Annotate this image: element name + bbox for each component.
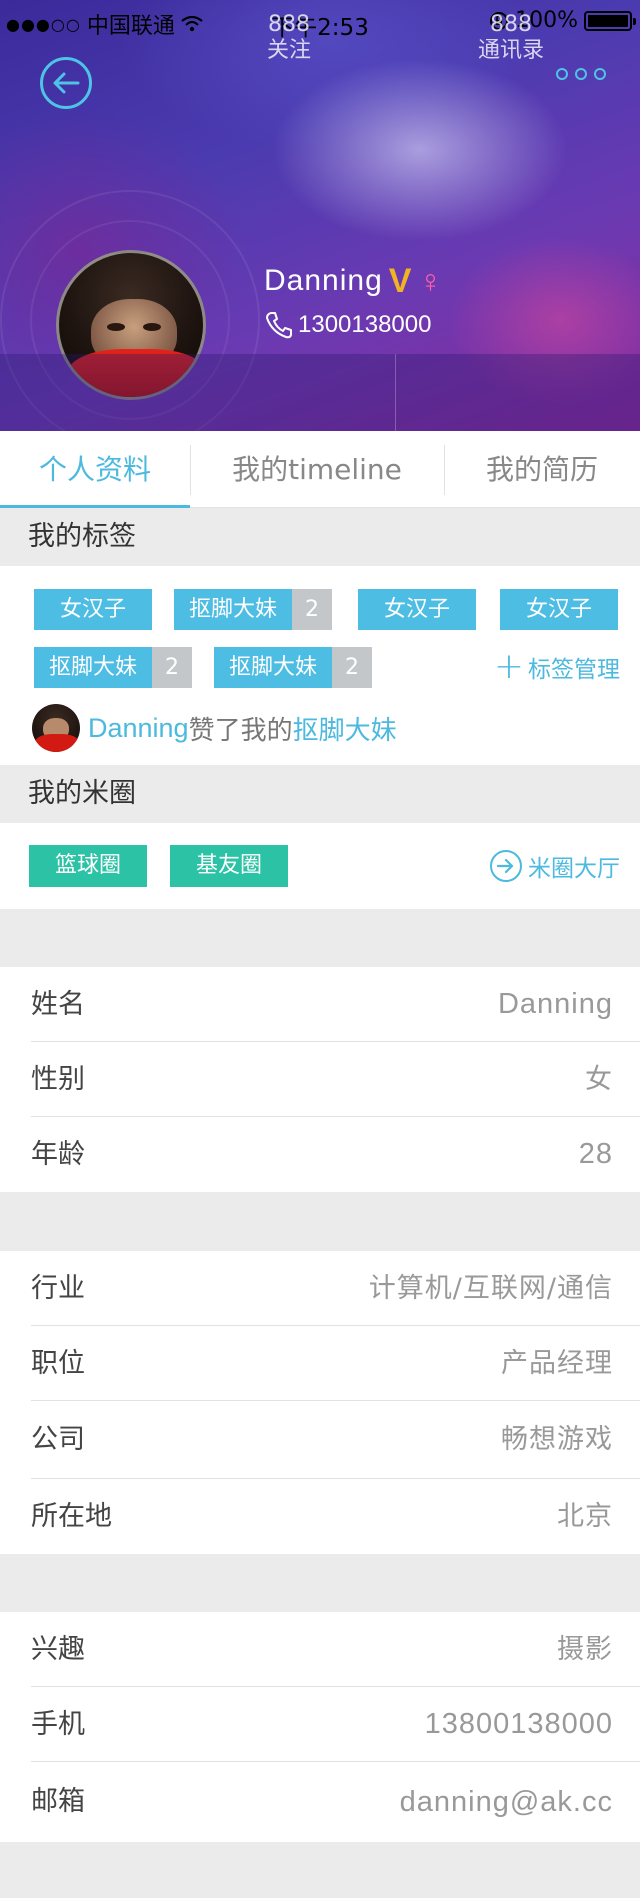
profile-phone-row: 1300138000 (264, 310, 431, 340)
tag-item[interactable]: 抠脚大妹 2 (174, 589, 332, 630)
profile-tabs: 个人资料 我的timeline 我的简历 (0, 431, 640, 508)
tag-label: 抠脚大妹 (214, 647, 332, 688)
info-value: Danning (497, 988, 613, 1020)
vip-badge-icon: V (388, 262, 413, 300)
tab-profile[interactable]: 个人资料 (0, 431, 190, 508)
info-row-industry: 行业 计算机/互联网/通信 (31, 1251, 640, 1326)
avatar[interactable] (32, 704, 80, 752)
female-icon: ♀ (418, 263, 444, 299)
stats-bar (0, 354, 640, 431)
info-row-interest: 兴趣 摄影 (31, 1612, 640, 1687)
stat-following[interactable]: 888 关注 (214, 12, 364, 64)
info-value: 28 (578, 1138, 613, 1170)
stat-contacts[interactable]: 888 通讯录 (436, 12, 586, 64)
info-key: 手机 (31, 1709, 85, 1740)
stat-label: 通讯录 (477, 38, 544, 63)
info-key: 职位 (31, 1348, 85, 1379)
like-activity: Danning 赞了我的 抠脚大妹 (32, 704, 397, 752)
tab-resume[interactable]: 我的简历 (444, 431, 640, 508)
info-row-location: 所在地 北京 (31, 1479, 640, 1554)
info-key: 年龄 (31, 1139, 85, 1170)
like-text: 赞了我的 (188, 715, 293, 746)
more-dot-icon (556, 68, 568, 80)
info-value: 畅想游戏 (501, 1424, 613, 1455)
tag-item[interactable]: 女汉子 (500, 589, 618, 630)
info-value: 女 (585, 1064, 613, 1095)
info-value: 产品经理 (501, 1348, 613, 1379)
basic-info-group: 姓名 Danning 性别 女 年龄 28 (0, 967, 640, 1192)
stat-divider (395, 354, 396, 431)
profile-name: Danning (264, 264, 383, 297)
tag-label: 女汉子 (500, 589, 618, 630)
tag-item[interactable]: 抠脚大妹 2 (34, 647, 192, 688)
tag-item[interactable]: 女汉子 (34, 589, 152, 630)
stat-count: 888 (268, 12, 310, 37)
info-key: 姓名 (31, 989, 85, 1020)
tag-label: 抠脚大妹 (34, 647, 152, 688)
back-button[interactable] (40, 57, 92, 109)
phone-icon (266, 312, 292, 339)
more-dot-icon (575, 68, 587, 80)
info-key: 性别 (31, 1064, 85, 1095)
info-value: danning@ak.cc (399, 1786, 613, 1818)
stat-count: 888 (490, 12, 532, 37)
info-value: 北京 (557, 1501, 613, 1532)
profile-name-row: Danning V ♀ (264, 264, 443, 298)
info-row-email: 邮箱 danning@ak.cc (31, 1762, 640, 1842)
info-value: 摄影 (557, 1634, 613, 1665)
plus-icon: + (493, 646, 524, 687)
info-value: 13800138000 (424, 1708, 613, 1740)
contact-info-group: 兴趣 摄影 手机 13800138000 邮箱 danning@ak.cc (0, 1612, 640, 1842)
manage-tags-button[interactable]: + 标签管理 (494, 649, 620, 685)
profile-header: ●●●○○ 中国联通 下午2:53 100% Danning V ♀ 13001… (0, 0, 640, 431)
info-value: 计算机/互联网/通信 (368, 1273, 613, 1304)
tag-count: 2 (332, 647, 372, 688)
info-row-gender: 性别 女 (31, 1042, 640, 1117)
tags-section: 女汉子 抠脚大妹 2 女汉子 女汉子 抠脚大妹 2 抠脚大妹 2 + 标签管理 … (0, 566, 640, 766)
arrow-left-icon (53, 72, 80, 94)
info-row-mobile: 手机 13800138000 (31, 1687, 640, 1762)
work-info-group: 行业 计算机/互联网/通信 职位 产品经理 公司 畅想游戏 所在地 北京 (0, 1251, 640, 1554)
tag-label: 女汉子 (358, 589, 476, 630)
like-tag-name[interactable]: 抠脚大妹 (293, 710, 397, 747)
info-key: 邮箱 (31, 1786, 85, 1817)
like-user-name[interactable]: Danning (88, 713, 189, 744)
info-key: 行业 (31, 1273, 85, 1304)
tag-count: 2 (292, 589, 332, 630)
tag-label: 抠脚大妹 (174, 589, 292, 630)
tab-timeline[interactable]: 我的timeline (190, 431, 444, 508)
tag-item[interactable]: 抠脚大妹 2 (214, 647, 372, 688)
more-dot-icon (594, 68, 606, 80)
circles-section: 篮球圈 基友圈 米圈大厅 (0, 823, 640, 909)
profile-phone: 1300138000 (298, 311, 432, 338)
tag-label: 女汉子 (34, 589, 152, 630)
info-key: 公司 (31, 1424, 85, 1455)
section-title-circles: 我的米圈 (0, 765, 640, 823)
info-row-name: 姓名 Danning (31, 967, 640, 1042)
battery-icon (584, 10, 636, 31)
manage-tags-label: 标签管理 (528, 657, 620, 683)
arrow-right-circle-icon (490, 850, 522, 882)
stat-label: 关注 (266, 38, 311, 63)
info-key: 所在地 (31, 1501, 112, 1532)
info-row-company: 公司 畅想游戏 (31, 1401, 640, 1479)
circle-hall-label: 米圈大厅 (528, 856, 620, 882)
more-options-button[interactable] (556, 68, 606, 80)
info-row-position: 职位 产品经理 (31, 1326, 640, 1401)
section-title-tags: 我的标签 (0, 508, 640, 566)
tag-item[interactable]: 女汉子 (358, 589, 476, 630)
circle-item[interactable]: 篮球圈 (29, 845, 147, 887)
circle-item[interactable]: 基友圈 (170, 845, 288, 887)
info-row-age: 年龄 28 (31, 1117, 640, 1192)
tag-count: 2 (152, 647, 192, 688)
info-key: 兴趣 (31, 1634, 85, 1665)
circle-hall-button[interactable]: 米圈大厅 (490, 849, 620, 883)
